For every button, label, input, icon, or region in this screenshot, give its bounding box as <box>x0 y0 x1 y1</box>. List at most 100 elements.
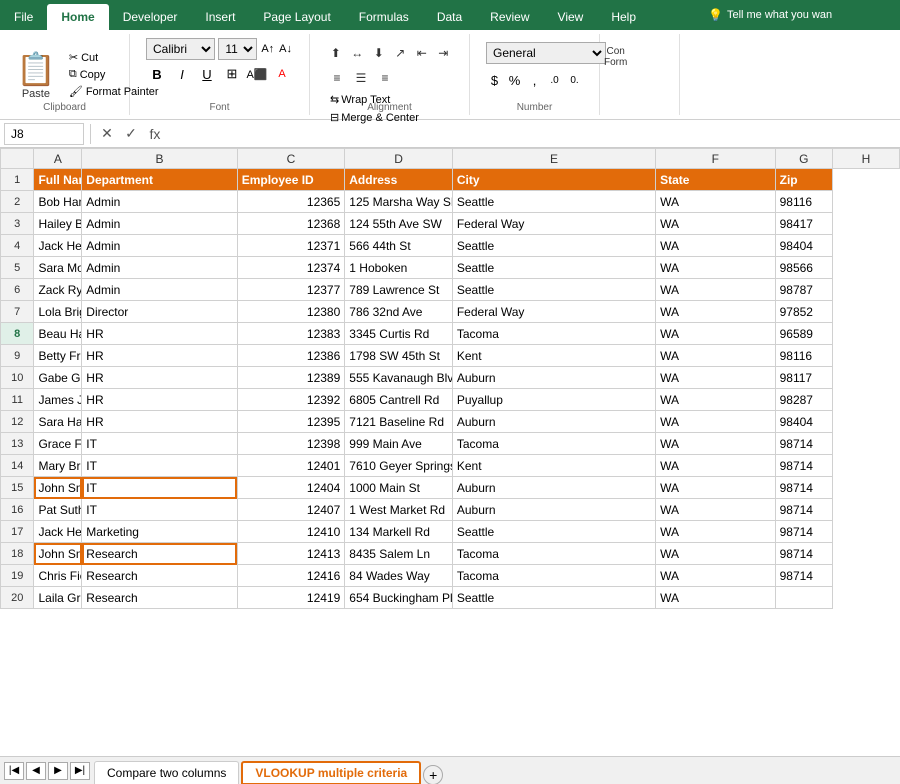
underline-button[interactable]: U <box>196 63 218 85</box>
row-number[interactable]: 7 <box>1 301 34 323</box>
row-number[interactable]: 14 <box>1 455 34 477</box>
table-cell[interactable]: 98417 <box>775 213 832 235</box>
align-left-button[interactable]: ≡ <box>326 67 348 89</box>
tab-file[interactable]: File <box>0 4 47 30</box>
font-size-select[interactable]: 11 <box>218 38 257 60</box>
table-cell[interactable]: WA <box>656 367 776 389</box>
tab-view[interactable]: View <box>544 4 598 30</box>
table-cell[interactable]: Tacoma <box>452 323 655 345</box>
paste-button[interactable]: 📋 Paste <box>10 48 62 102</box>
angle-text-button[interactable]: ↗ <box>391 42 411 64</box>
table-cell[interactable]: 12365 <box>237 191 345 213</box>
table-cell[interactable]: 98714 <box>775 565 832 587</box>
table-cell[interactable]: Federal Way <box>452 301 655 323</box>
table-cell[interactable]: 3345 Curtis Rd <box>345 323 453 345</box>
table-cell[interactable]: Full Name <box>34 169 82 191</box>
tab-page-layout[interactable]: Page Layout <box>249 4 344 30</box>
table-cell[interactable]: Jack Heinz <box>34 235 82 257</box>
table-cell[interactable]: 98714 <box>775 433 832 455</box>
comma-button[interactable]: , <box>526 69 543 91</box>
table-cell[interactable]: IT <box>82 433 237 455</box>
table-cell[interactable]: HR <box>82 411 237 433</box>
tab-developer[interactable]: Developer <box>109 4 192 30</box>
insert-function-button[interactable]: fx <box>145 126 165 142</box>
col-header-h[interactable]: H <box>832 149 899 169</box>
last-sheet-button[interactable]: ▶| <box>70 762 90 780</box>
table-cell[interactable]: 12389 <box>237 367 345 389</box>
table-cell[interactable]: Seattle <box>452 521 655 543</box>
row-number[interactable]: 11 <box>1 389 34 411</box>
table-cell[interactable]: Lola Brigeda <box>34 301 82 323</box>
cancel-formula-button[interactable]: ✕ <box>97 125 117 142</box>
table-cell[interactable]: 12416 <box>237 565 345 587</box>
table-cell[interactable]: 12371 <box>237 235 345 257</box>
table-cell[interactable]: IT <box>82 477 237 499</box>
table-cell[interactable]: Research <box>82 543 237 565</box>
row-number[interactable]: 4 <box>1 235 34 257</box>
table-cell[interactable]: WA <box>656 257 776 279</box>
row-number[interactable]: 19 <box>1 565 34 587</box>
table-cell[interactable]: Kent <box>452 455 655 477</box>
table-cell[interactable]: WA <box>656 345 776 367</box>
col-header-d[interactable]: D <box>345 149 453 169</box>
add-sheet-button[interactable]: + <box>423 765 443 784</box>
table-cell[interactable]: 12386 <box>237 345 345 367</box>
tab-home[interactable]: Home <box>47 4 108 30</box>
table-cell[interactable]: 7610 Geyer Springs <box>345 455 453 477</box>
align-top-button[interactable]: ⬆ <box>326 42 346 64</box>
table-cell[interactable]: 12407 <box>237 499 345 521</box>
table-cell[interactable]: WA <box>656 433 776 455</box>
table-cell[interactable]: Gabe Givens <box>34 367 82 389</box>
table-cell[interactable]: 124 55th Ave SW <box>345 213 453 235</box>
font-family-select[interactable]: Calibri <box>146 38 215 60</box>
border-button[interactable]: ⊞ <box>221 63 243 85</box>
table-cell[interactable] <box>775 587 832 609</box>
table-cell[interactable]: WA <box>656 587 776 609</box>
table-cell[interactable]: 8435 Salem Ln <box>345 543 453 565</box>
table-cell[interactable]: WA <box>656 213 776 235</box>
table-cell[interactable]: 98117 <box>775 367 832 389</box>
row-number[interactable]: 20 <box>1 587 34 609</box>
table-cell[interactable]: WA <box>656 301 776 323</box>
align-right-button[interactable]: ≡ <box>374 67 396 89</box>
sheet-tab-vlookup[interactable]: VLOOKUP multiple criteria <box>241 761 421 784</box>
row-number[interactable]: 17 <box>1 521 34 543</box>
col-header-[interactable] <box>1 149 34 169</box>
table-cell[interactable]: Marketing <box>82 521 237 543</box>
table-cell[interactable]: WA <box>656 477 776 499</box>
table-cell[interactable]: Auburn <box>452 499 655 521</box>
table-cell[interactable]: Admin <box>82 279 237 301</box>
tell-me-bar[interactable]: 💡 Tell me what you wan <box>700 0 900 30</box>
table-cell[interactable]: 98404 <box>775 411 832 433</box>
table-cell[interactable]: Grace Fitzgerald <box>34 433 82 455</box>
table-cell[interactable]: WA <box>656 235 776 257</box>
table-cell[interactable]: 134 Markell Rd <box>345 521 453 543</box>
sheet-tab-compare[interactable]: Compare two columns <box>94 761 239 784</box>
table-cell[interactable]: HR <box>82 367 237 389</box>
tab-formulas[interactable]: Formulas <box>345 4 423 30</box>
table-cell[interactable]: WA <box>656 543 776 565</box>
table-cell[interactable]: 84 Wades Way <box>345 565 453 587</box>
table-cell[interactable]: Hailey Beard <box>34 213 82 235</box>
table-cell[interactable]: 12413 <box>237 543 345 565</box>
table-cell[interactable]: Pat Sutherland <box>34 499 82 521</box>
row-number[interactable]: 6 <box>1 279 34 301</box>
table-cell[interactable]: 12395 <box>237 411 345 433</box>
fill-color-button[interactable]: A⬛ <box>246 63 268 85</box>
table-cell[interactable]: Research <box>82 565 237 587</box>
table-cell[interactable]: 98714 <box>775 477 832 499</box>
tab-insert[interactable]: Insert <box>191 4 249 30</box>
table-cell[interactable]: IT <box>82 455 237 477</box>
table-cell[interactable]: Tacoma <box>452 565 655 587</box>
table-cell[interactable]: Admin <box>82 191 237 213</box>
table-cell[interactable]: Seattle <box>452 257 655 279</box>
table-cell[interactable]: 12419 <box>237 587 345 609</box>
table-cell[interactable]: Zack Ryan <box>34 279 82 301</box>
table-cell[interactable]: Employee ID <box>237 169 345 191</box>
table-cell[interactable]: 12404 <box>237 477 345 499</box>
percent-button[interactable]: % <box>506 69 523 91</box>
row-number[interactable]: 9 <box>1 345 34 367</box>
table-cell[interactable]: John Smith <box>34 477 82 499</box>
next-sheet-button[interactable]: ▶ <box>48 762 68 780</box>
table-cell[interactable]: 12398 <box>237 433 345 455</box>
